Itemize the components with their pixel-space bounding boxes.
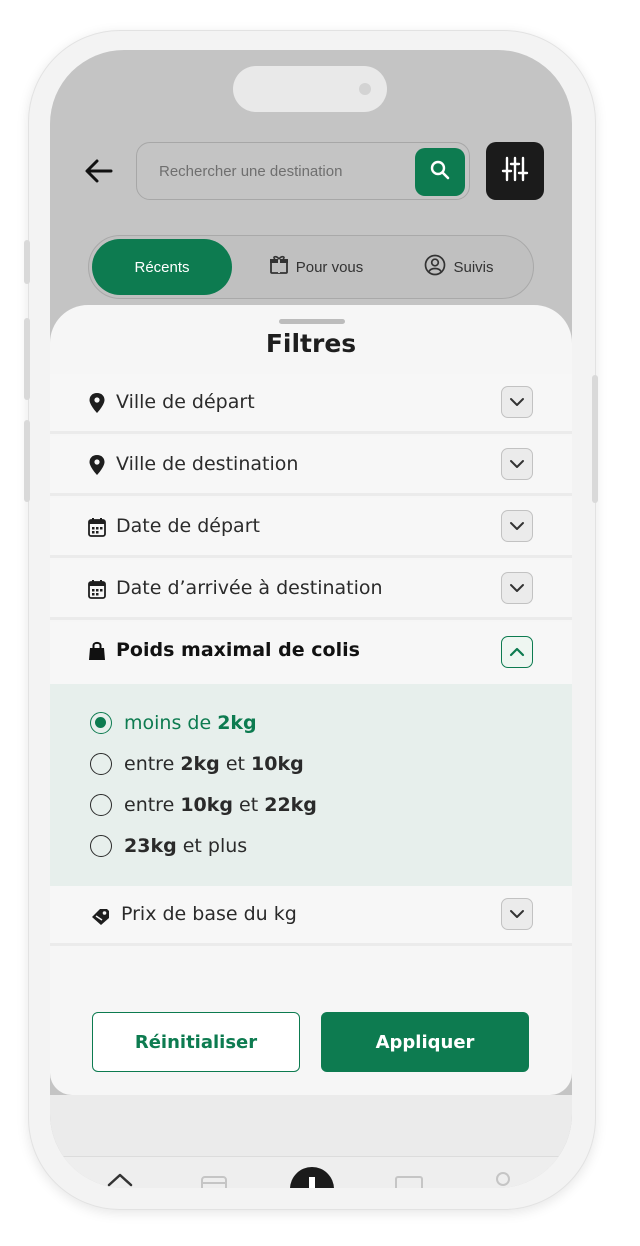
filter-label: Prix de base du kg bbox=[121, 903, 297, 925]
mute-switch bbox=[24, 240, 30, 284]
apply-button[interactable]: Appliquer bbox=[321, 1012, 529, 1072]
weight-option-23kg-plus[interactable]: 23kg et plus bbox=[90, 831, 247, 861]
camera-dot bbox=[359, 83, 371, 95]
search-bar bbox=[136, 142, 470, 200]
tab-pour-vous[interactable]: Pour vous bbox=[249, 239, 383, 295]
back-arrow-icon[interactable] bbox=[82, 154, 116, 188]
calendar-icon bbox=[88, 517, 106, 537]
price-tag-icon bbox=[90, 905, 112, 925]
profile-icon[interactable] bbox=[492, 1171, 514, 1188]
option-text: moins de 2kg bbox=[124, 712, 257, 734]
location-pin-icon bbox=[88, 455, 106, 475]
chevron-up-icon[interactable] bbox=[501, 636, 533, 668]
feed-tabs: Récents Pour vous Suivis bbox=[88, 235, 534, 299]
chevron-down-icon[interactable] bbox=[501, 572, 533, 604]
filter-row-arrival-date[interactable]: Date d’arrivée à destination bbox=[50, 560, 572, 620]
chevron-down-icon[interactable] bbox=[501, 898, 533, 930]
search-input[interactable] bbox=[159, 160, 399, 182]
reset-button[interactable]: Réinitialiser bbox=[92, 1012, 300, 1072]
option-text: entre 2kg et 10kg bbox=[124, 753, 304, 775]
tab-label: Pour vous bbox=[295, 258, 364, 276]
tab-recents[interactable]: Récents bbox=[92, 239, 232, 295]
weight-option-less-2kg[interactable]: moins de 2kg bbox=[90, 708, 257, 738]
add-trip-button[interactable] bbox=[288, 1165, 336, 1188]
sheet-title: Filtres bbox=[265, 329, 357, 358]
filter-row-base-price[interactable]: Prix de base du kg bbox=[50, 886, 572, 946]
chevron-down-icon[interactable] bbox=[501, 448, 533, 480]
chevron-down-icon[interactable] bbox=[501, 510, 533, 542]
calendar-nav-icon[interactable] bbox=[200, 1175, 228, 1188]
radio-selected-icon bbox=[90, 712, 112, 734]
home-icon[interactable] bbox=[106, 1169, 134, 1188]
filter-row-destination-city[interactable]: Ville de destination bbox=[50, 436, 572, 496]
volume-down-button bbox=[24, 420, 30, 502]
calendar-icon bbox=[88, 579, 106, 599]
dynamic-island bbox=[233, 66, 387, 112]
location-pin-icon bbox=[88, 393, 106, 413]
filter-label: Date d’arrivée à destination bbox=[116, 577, 383, 599]
tab-suivis[interactable]: Suivis bbox=[399, 239, 519, 295]
search-icon bbox=[429, 159, 451, 185]
tab-label: Suivis bbox=[453, 258, 494, 276]
power-button bbox=[592, 375, 598, 503]
filter-settings-button[interactable] bbox=[486, 142, 544, 200]
radio-icon bbox=[90, 753, 112, 775]
search-button[interactable] bbox=[415, 148, 465, 196]
filter-row-departure-city[interactable]: Ville de départ bbox=[50, 374, 572, 434]
filter-label: Date de départ bbox=[116, 515, 260, 537]
filter-label: Poids maximal de colis bbox=[116, 639, 360, 661]
user-circle-icon bbox=[424, 254, 453, 280]
option-text: entre 10kg et 22kg bbox=[124, 794, 317, 816]
bottom-navigation bbox=[50, 1156, 572, 1188]
app-screen: Récents Pour vous Suivis Filtres Ville d… bbox=[50, 50, 572, 1188]
radio-icon bbox=[90, 794, 112, 816]
sliders-icon bbox=[501, 155, 529, 187]
filter-row-max-weight[interactable]: Poids maximal de colis bbox=[50, 622, 572, 684]
messages-icon[interactable] bbox=[394, 1175, 424, 1188]
filter-row-departure-date[interactable]: Date de départ bbox=[50, 498, 572, 558]
sheet-drag-handle[interactable] bbox=[279, 319, 345, 324]
weight-options-panel: moins de 2kg entre 2kg et 10kg entre 10k… bbox=[50, 684, 572, 886]
option-text: 23kg et plus bbox=[124, 835, 248, 857]
filter-label: Ville de départ bbox=[116, 391, 255, 413]
weight-option-2-10kg[interactable]: entre 2kg et 10kg bbox=[90, 749, 304, 779]
filters-sheet: Filtres Ville de départ Ville de destina… bbox=[50, 305, 572, 1095]
gift-box-icon bbox=[269, 255, 296, 279]
weight-option-10-22kg[interactable]: entre 10kg et 22kg bbox=[90, 790, 317, 820]
chevron-down-icon[interactable] bbox=[501, 386, 533, 418]
bag-icon bbox=[88, 641, 106, 661]
volume-up-button bbox=[24, 318, 30, 400]
filter-label: Ville de destination bbox=[116, 453, 299, 475]
tab-label: Récents bbox=[134, 258, 190, 276]
radio-icon bbox=[90, 835, 112, 857]
